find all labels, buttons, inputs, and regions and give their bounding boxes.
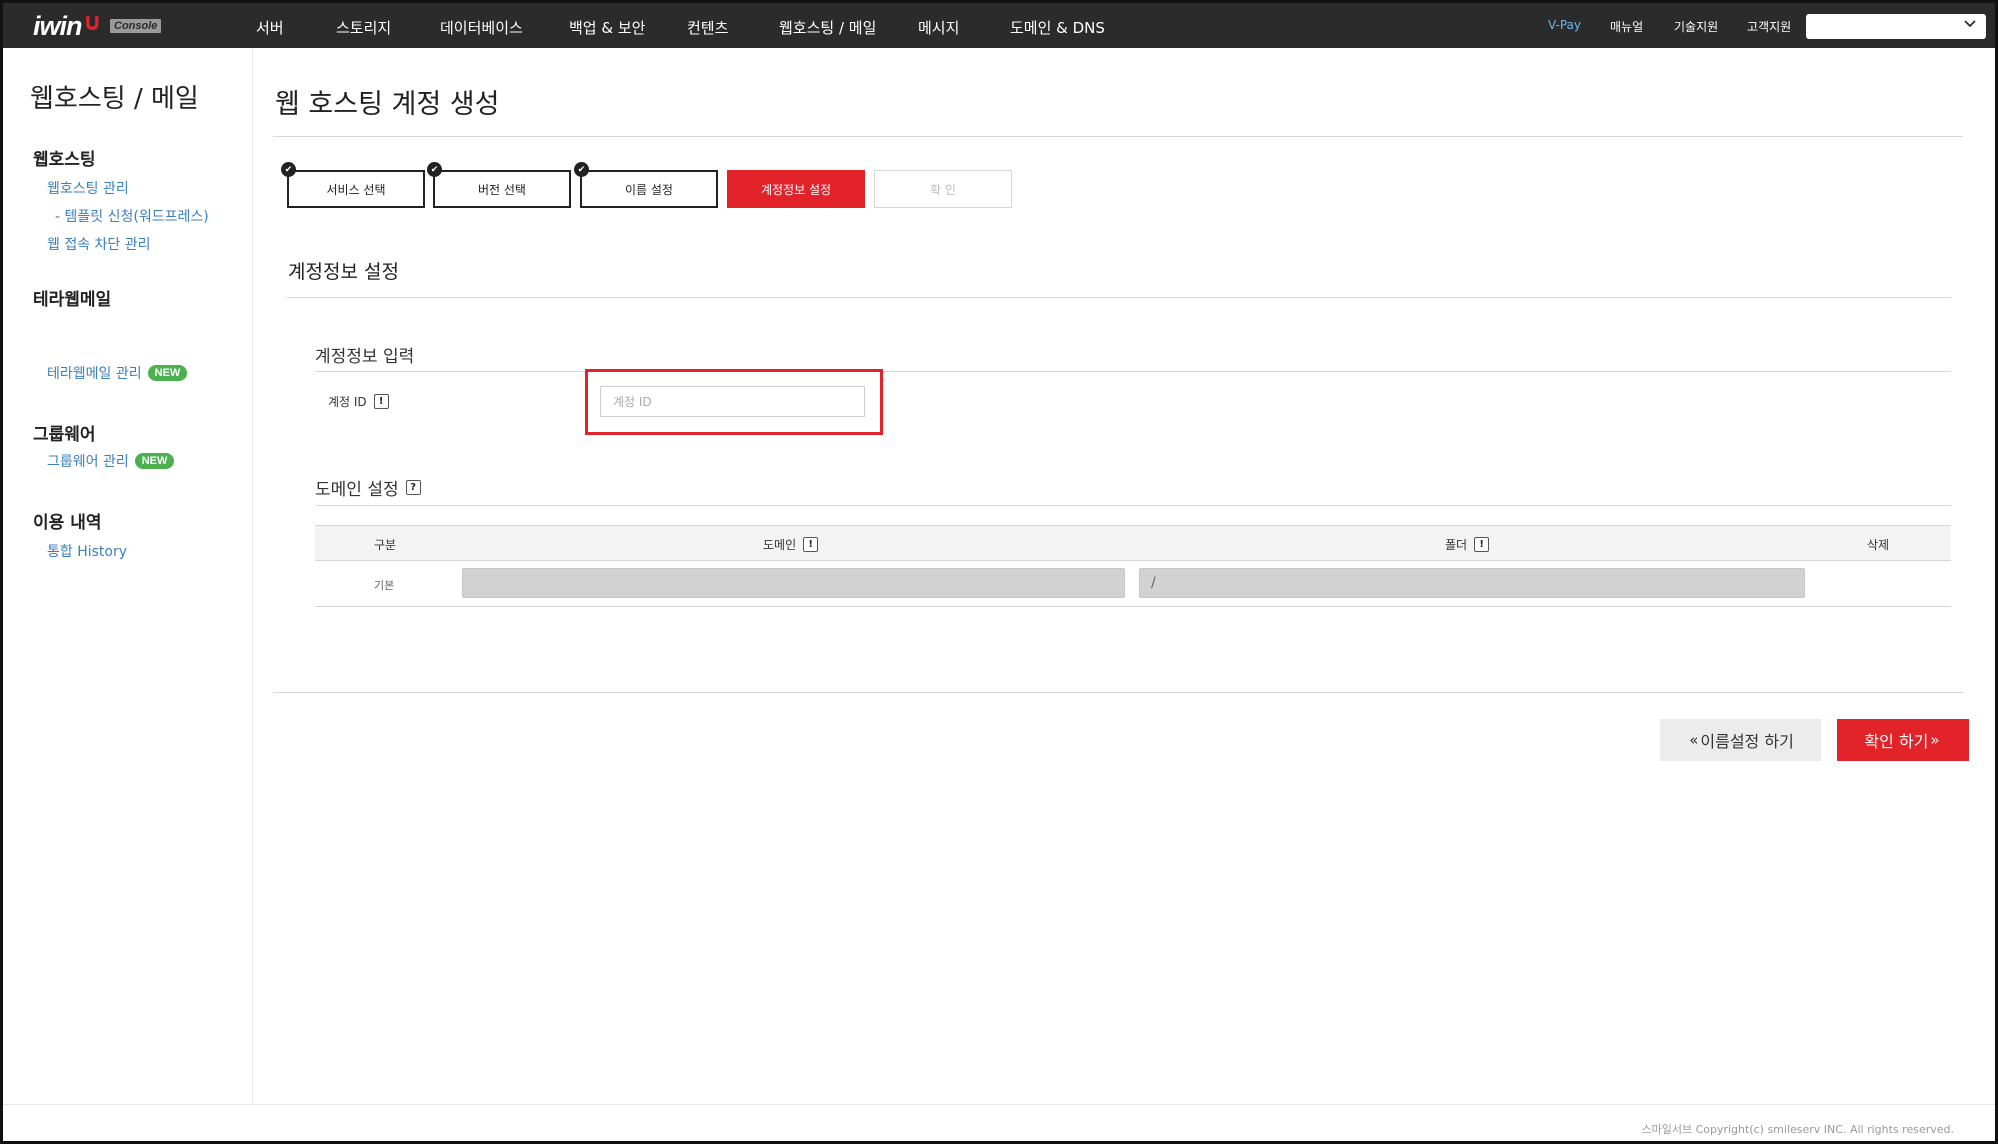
subtitle-text: 도메인 설정 (315, 480, 399, 500)
sidebar-item-groupware-manage[interactable]: 그룹웨어 관리 NEW (47, 451, 175, 471)
section-title: 계정정보 설정 (288, 261, 399, 283)
page-title: 웹 호스팅 계정 생성 (275, 89, 500, 120)
account-id-input[interactable] (600, 386, 865, 417)
column-header-label: 폴더 (1445, 538, 1468, 552)
logo-smile-icon: ∪ (82, 8, 103, 36)
column-header-delete: 삭제 (1867, 538, 1890, 552)
nav-item-server[interactable]: 서버 (256, 17, 284, 38)
account-info-divider (315, 371, 1951, 372)
domain-table-header: 구분 도메인 ! 폴더 ! 삭제 (315, 525, 1951, 561)
nav-item-storage[interactable]: 스토리지 (336, 17, 391, 38)
info-icon[interactable]: ! (373, 394, 389, 409)
column-header-domain: 도메인 ! (763, 536, 819, 553)
row-type: 기본 (374, 579, 395, 592)
logo-text: iwin (33, 10, 82, 41)
sidebar-item-label: 테라웹메일 관리 (47, 366, 142, 382)
prev-name-setting-button[interactable]: « 이름설정 하기 (1660, 719, 1821, 761)
chevron-down-icon (1964, 18, 1976, 32)
sidebar-item-label: 웹호스팅 관리 (47, 181, 129, 197)
sidebar-head-groupware: 그룹웨어 (33, 425, 96, 445)
new-badge: NEW (134, 453, 175, 469)
logo[interactable]: iwin ∪ Console (33, 8, 162, 43)
step-label: 확 인 (930, 182, 956, 197)
folder-field: / (1139, 568, 1805, 598)
top-nav-bar: iwin ∪ Console 서버 스토리지 데이터베이스 백업 & 보안 컨텐… (3, 3, 1995, 48)
sidebar-head-usage-history: 이용 내역 (33, 513, 102, 533)
sidebar-head-webhosting: 웹호스팅 (33, 150, 96, 170)
step-name-setting[interactable]: ✔ 이름 설정 (574, 162, 718, 208)
column-header-label: 도메인 (763, 538, 797, 552)
logo-console-badge: Console (110, 19, 162, 33)
util-link-manual[interactable]: 매뉴얼 (1610, 18, 1643, 35)
label-text: 계정 ID (328, 395, 367, 409)
step-label: 버전 선택 (478, 182, 526, 197)
util-link-customer-support[interactable]: 고객지원 (1747, 18, 1791, 35)
account-select[interactable] (1806, 14, 1986, 39)
new-badge: NEW (147, 365, 188, 381)
step-label: 이름 설정 (625, 182, 673, 197)
info-icon[interactable]: ! (1474, 537, 1490, 552)
check-icon: ✔ (281, 162, 296, 177)
subtitle-text: 계정정보 입력 (315, 347, 415, 367)
nav-item-backup-security[interactable]: 백업 & 보안 (569, 17, 645, 38)
sidebar-item-web-access-block[interactable]: 웹 접속 차단 관리 (47, 234, 151, 254)
util-link-tech-support[interactable]: 기술지원 (1674, 18, 1718, 35)
nav-item-database[interactable]: 데이터베이스 (440, 17, 523, 38)
domain-setting-subtitle: 도메인 설정 ? (315, 475, 421, 500)
sidebar-item-label: 웹 접속 차단 관리 (47, 237, 151, 253)
util-link-vpay[interactable]: V-Pay (1548, 18, 1581, 32)
account-info-subtitle: 계정정보 입력 (315, 342, 414, 367)
sidebar-item-label: 그룹웨어 관리 (47, 454, 129, 470)
copyright-text: 스마일서브 Copyright(c) smileserv INC. All ri… (1641, 1123, 1954, 1136)
title-divider (273, 136, 1963, 137)
content-bottom-divider (273, 692, 1963, 693)
account-id-label: 계정 ID ! (328, 393, 389, 410)
column-header-folder: 폴더 ! (1445, 536, 1490, 553)
check-icon: ✔ (574, 162, 589, 177)
check-icon: ✔ (427, 162, 442, 177)
table-row: 기본 / (315, 561, 1951, 607)
nav-item-domain-dns[interactable]: 도메인 & DNS (1010, 17, 1105, 38)
column-header-type: 구분 (374, 538, 397, 552)
button-label: 확인 하기 (1864, 732, 1929, 751)
step-label: 계정정보 설정 (760, 182, 832, 197)
sidebar-item-label: - 템플릿 신청(워드프레스) (55, 209, 209, 225)
sidebar: 웹호스팅 / 메일 웹호스팅 웹호스팅 관리 - 템플릿 신청(워드프레스) 웹… (3, 48, 253, 1104)
step-version-select[interactable]: ✔ 버전 선택 (427, 162, 571, 208)
step-account-setting[interactable]: 계정정보 설정 (727, 170, 865, 208)
nav-item-webhosting-mail[interactable]: 웹호스팅 / 메일 (779, 17, 876, 38)
confirm-button[interactable]: 확인 하기 » (1837, 719, 1969, 761)
double-chevron-left-icon: « (1689, 731, 1699, 749)
help-icon[interactable]: ? (405, 480, 421, 495)
sidebar-head-terawebmail: 테라웹메일 (33, 290, 112, 310)
double-chevron-right-icon: » (1930, 731, 1940, 749)
footer: 스마일서브 Copyright(c) smileserv INC. All ri… (3, 1104, 1995, 1144)
step-label: 서비스 선택 (326, 182, 386, 197)
nav-item-message[interactable]: 메시지 (918, 17, 959, 38)
info-icon[interactable]: ! (803, 537, 819, 552)
nav-item-contents[interactable]: 컨텐츠 (687, 17, 728, 38)
section-divider (287, 297, 1951, 298)
step-confirm: 확 인 (874, 170, 1012, 208)
domain-setting-divider (315, 505, 1951, 506)
sidebar-item-terawebmail-manage[interactable]: 테라웹메일 관리 NEW (47, 363, 188, 383)
domain-field (462, 568, 1125, 598)
sidebar-item-webhosting-manage[interactable]: 웹호스팅 관리 (47, 178, 129, 198)
button-label: 이름설정 하기 (1700, 732, 1794, 751)
step-service-select[interactable]: ✔ 서비스 선택 (281, 162, 425, 208)
sidebar-item-label: 통합 History (47, 544, 128, 560)
sidebar-item-integrated-history[interactable]: 통합 History (47, 541, 127, 561)
sidebar-item-template-wordpress[interactable]: - 템플릿 신청(워드프레스) (55, 206, 209, 226)
sidebar-title: 웹호스팅 / 메일 (30, 84, 199, 114)
